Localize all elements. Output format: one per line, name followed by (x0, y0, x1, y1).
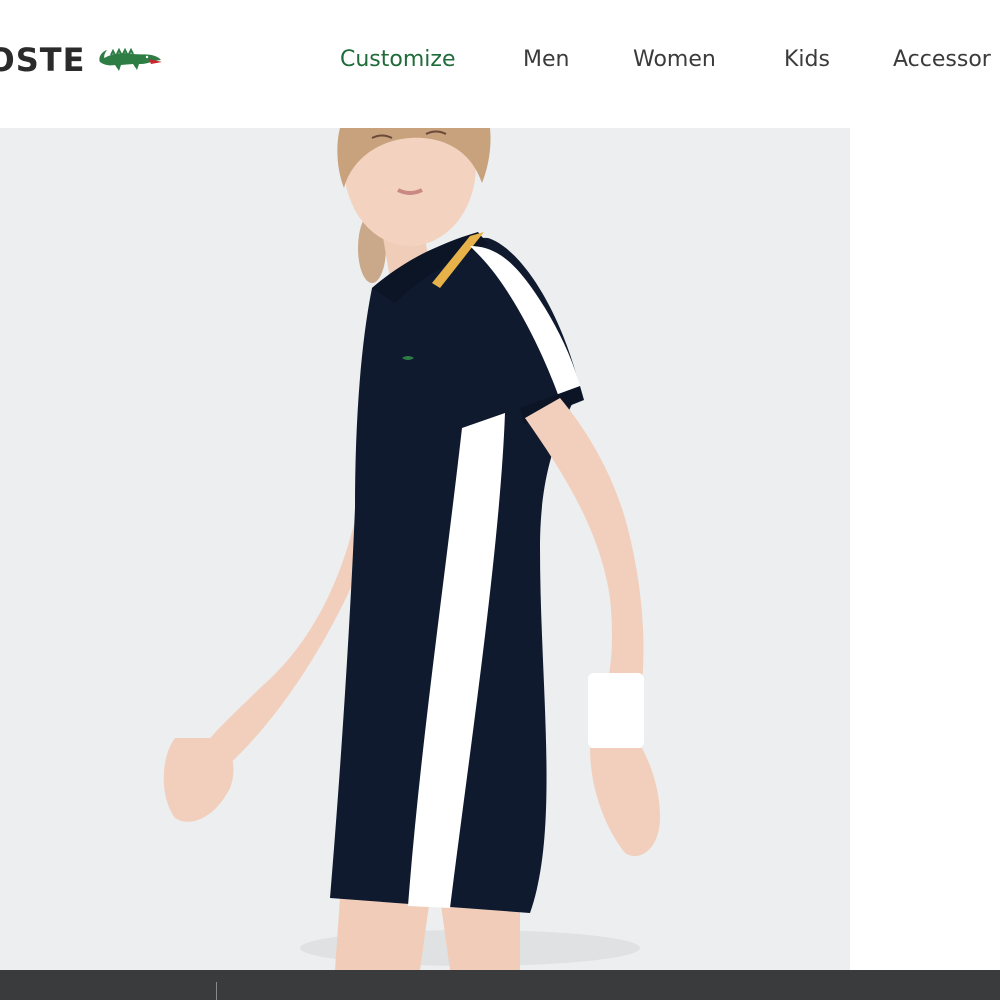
brand-name: COSTE (0, 41, 86, 79)
footer-divider (216, 982, 217, 1000)
woman-in-navy-polo-dress-photo (0, 128, 850, 970)
nav-customize[interactable]: Customize (340, 44, 455, 76)
nav-men[interactable]: Men (523, 44, 569, 76)
footer-bar (0, 970, 1000, 1000)
hero-image[interactable] (0, 128, 850, 970)
nav-accessories[interactable]: Accessor (893, 44, 991, 76)
nav-women[interactable]: Women (633, 44, 716, 76)
nav-kids[interactable]: Kids (784, 44, 830, 76)
site-header: COSTE Customize Men Women Kids Accessor (0, 0, 1000, 128)
brand-logo[interactable]: COSTE (0, 38, 163, 82)
crocodile-icon (99, 47, 163, 71)
